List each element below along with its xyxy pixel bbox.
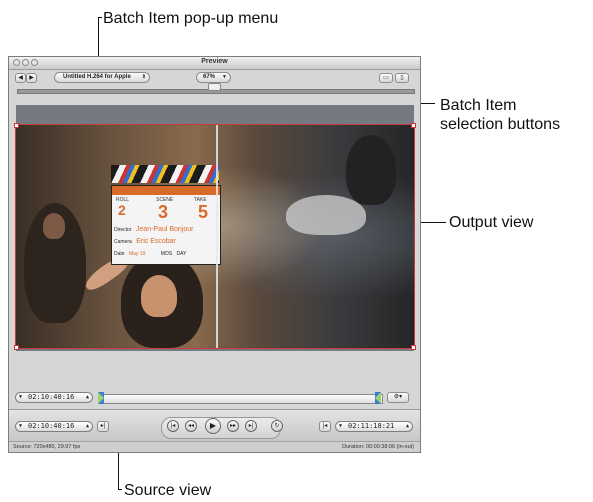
gear-icon: ⚙▾ bbox=[393, 394, 403, 400]
video-preview[interactable]: ROLL SCENE TAKE 2 3 5 Director Jean-Paul… bbox=[15, 124, 415, 349]
clapperboard-header bbox=[112, 186, 220, 195]
play-button[interactable]: ▶ bbox=[205, 418, 221, 434]
batch-item-popup[interactable]: Untitled H.264 for Apple ⇕ bbox=[54, 72, 150, 83]
out-timecode-field[interactable]: ▼ 02:11:18:21 ▲ bbox=[335, 421, 413, 432]
person-left-head bbox=[43, 213, 65, 239]
in-point-marker-icon[interactable] bbox=[98, 392, 104, 404]
source-view-icon: ▭ bbox=[383, 75, 389, 81]
callout-source-view: Source view bbox=[124, 482, 212, 499]
playback-controls-pill bbox=[161, 417, 281, 439]
slate-director-value: Jean-Paul Bonjour bbox=[135, 226, 194, 233]
go-to-in-icon: ▸| bbox=[100, 423, 106, 429]
slate-scene-value: 3 bbox=[158, 202, 169, 222]
view-split-button[interactable]: ▯ bbox=[395, 73, 409, 83]
slate-date-row: Date May 19 MOS DAY bbox=[114, 251, 218, 257]
title-bar: Preview bbox=[9, 57, 420, 70]
chevron-up-icon: ▲ bbox=[85, 394, 89, 400]
callout-output-view: Output view bbox=[449, 214, 534, 231]
go-to-in-point-button[interactable]: ▸| bbox=[97, 421, 109, 432]
slate-date-value: May 19 bbox=[128, 251, 146, 257]
split-divider[interactable] bbox=[216, 125, 218, 348]
previous-batch-item-button[interactable]: ◀ bbox=[15, 73, 26, 83]
go-to-out-icon: |◂ bbox=[322, 423, 328, 429]
split-scrubber-knob[interactable] bbox=[208, 83, 221, 91]
chevron-down-icon: ▼ bbox=[19, 423, 23, 429]
crop-handle-bottom-left[interactable] bbox=[14, 345, 19, 350]
in-timecode-value: 02:10:40:16 bbox=[28, 422, 75, 430]
play-icon: ▶ bbox=[209, 421, 217, 430]
current-timecode-field[interactable]: ▼ 02:10:40:16 ▲ bbox=[15, 392, 93, 403]
person-right bbox=[346, 135, 396, 205]
updown-arrow-icon: ⇕ bbox=[141, 74, 146, 80]
crop-handle-top-left[interactable] bbox=[14, 123, 19, 128]
slate-camera-label: Camera bbox=[114, 239, 132, 245]
callout-batch-item-selection-line2: selection buttons bbox=[440, 116, 561, 133]
crop-handle-top-right[interactable] bbox=[411, 123, 416, 128]
window-title: Preview bbox=[201, 58, 228, 65]
chevron-down-icon: ▼ bbox=[339, 423, 343, 429]
next-batch-item-button[interactable]: ▶ bbox=[26, 73, 37, 83]
fast-forward-icon: ▸▸ bbox=[229, 423, 237, 429]
go-to-out-point-button[interactable]: |◂ bbox=[319, 421, 331, 432]
go-to-start-button[interactable]: |◂ bbox=[167, 420, 179, 432]
chevron-up-icon: ▲ bbox=[405, 423, 409, 429]
slate-mos-label: MOS bbox=[160, 251, 173, 257]
duration-info: Duration: 00:00:38:06 (in-out) bbox=[342, 444, 414, 450]
callout-line-source-tick bbox=[118, 489, 122, 490]
loop-button[interactable]: ↻ bbox=[271, 420, 283, 432]
left-arrow-icon: ◀ bbox=[18, 75, 23, 81]
slate-director-label: Director bbox=[114, 227, 132, 233]
clapper-stripes bbox=[111, 165, 219, 183]
timeline-scrubber[interactable] bbox=[101, 394, 383, 404]
slate-camera-value: Eric Escobar bbox=[136, 238, 176, 245]
batch-item-popup-value: Untitled H.264 for Apple bbox=[63, 74, 131, 80]
out-point-marker-icon[interactable] bbox=[375, 392, 381, 404]
source-info: Source: 720x480, 29.97 fps bbox=[13, 444, 81, 450]
slate-date-label: Date bbox=[114, 251, 125, 257]
slate-take-value: 5 bbox=[198, 202, 209, 222]
right-arrow-icon: ▶ bbox=[29, 75, 34, 81]
preview-window: Preview ◀ ▶ Untitled H.264 for Apple ⇕ 6… bbox=[8, 56, 421, 453]
go-to-end-button[interactable]: ▸| bbox=[245, 420, 257, 432]
callout-batch-item-selection-line1: Batch Item bbox=[440, 97, 517, 114]
clapperboard: ROLL SCENE TAKE 2 3 5 Director Jean-Paul… bbox=[111, 185, 221, 265]
rewind-button[interactable]: ◂◂ bbox=[185, 420, 197, 432]
slate-day-label: DAY bbox=[176, 251, 187, 257]
status-bar: Source: 720x480, 29.97 fps Duration: 00:… bbox=[9, 441, 420, 452]
current-timecode-value: 02:10:40:16 bbox=[28, 393, 75, 401]
loop-icon: ↻ bbox=[274, 423, 280, 429]
rewind-icon: ◂◂ bbox=[187, 423, 195, 429]
video-frame-area: ROLL SCENE TAKE 2 3 5 Director Jean-Paul… bbox=[14, 105, 416, 351]
chevron-down-icon: ▼ bbox=[19, 394, 23, 400]
person-center-face bbox=[141, 275, 177, 317]
zoom-value: 67% bbox=[203, 74, 216, 80]
chevron-down-icon: ▼ bbox=[222, 74, 227, 80]
marker-menu-button[interactable]: ⚙▾ bbox=[387, 392, 409, 403]
out-timecode-value: 02:11:18:21 bbox=[348, 422, 395, 430]
slate-camera-row: Camera Eric Escobar bbox=[114, 238, 218, 245]
fast-forward-button[interactable]: ▸▸ bbox=[227, 420, 239, 432]
zoom-popup[interactable]: 67% ▼ bbox=[196, 72, 231, 83]
chevron-up-icon: ▲ bbox=[85, 423, 89, 429]
in-timecode-field[interactable]: ▼ 02:10:40:16 ▲ bbox=[15, 421, 93, 432]
transport-controls: ▼ 02:10:40:16 ▲ ▸| |◂ ◂◂ ▶ ▸▸ ▸| ↻ |◂ ▼ … bbox=[9, 409, 420, 445]
slate-roll-value: 2 bbox=[118, 202, 126, 218]
split-view-icon: ▯ bbox=[400, 75, 404, 81]
go-to-end-icon: ▸| bbox=[248, 423, 254, 429]
view-source-button[interactable]: ▭ bbox=[379, 73, 393, 83]
cups-counter bbox=[286, 195, 366, 235]
callout-batch-item-selection: Batch Item selection buttons bbox=[440, 96, 560, 134]
crop-handle-bottom-right[interactable] bbox=[411, 345, 416, 350]
callout-line-batch-popup-tick bbox=[98, 17, 102, 18]
callout-batch-item-popup: Batch Item pop-up menu bbox=[103, 10, 279, 27]
go-to-start-icon: |◂ bbox=[170, 423, 176, 429]
slate-director-row: Director Jean-Paul Bonjour bbox=[114, 226, 218, 233]
